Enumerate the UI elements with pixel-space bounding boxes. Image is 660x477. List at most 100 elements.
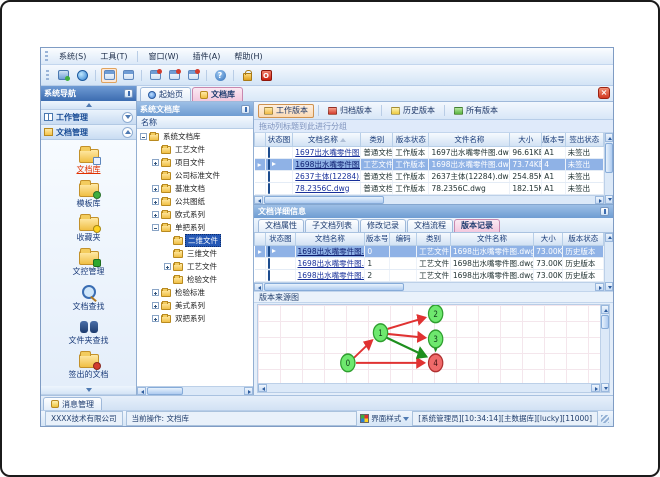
col-version-status[interactable]: 版本状态 xyxy=(392,133,430,147)
expand-icon[interactable] xyxy=(152,159,159,166)
scroll-up-icon[interactable] xyxy=(601,305,609,314)
table-row[interactable]: 2637主体(12284).dwg 普通文档 工作版本 2637主体(12284… xyxy=(254,170,605,183)
exit-button[interactable]: O xyxy=(258,68,274,83)
scroll-right-icon[interactable] xyxy=(595,283,604,291)
sidebar-item-doc-control[interactable]: 文控管理 xyxy=(46,246,132,278)
expand-group-button[interactable] xyxy=(122,111,133,123)
sidebar-collapse-bottom[interactable] xyxy=(41,386,136,395)
tree-node[interactable]: 三维文件 xyxy=(137,247,253,260)
tree-node[interactable]: 美式系列 xyxy=(137,299,253,312)
sidebar-item-template-library[interactable]: 模板库 xyxy=(46,178,132,210)
col-doc-name[interactable]: 文档名称 xyxy=(292,133,362,147)
col-category[interactable]: 类别 xyxy=(360,133,394,147)
col-version-no[interactable]: 版本号 xyxy=(541,133,566,147)
scroll-right-icon[interactable] xyxy=(595,195,604,204)
expand-icon[interactable] xyxy=(152,211,159,218)
collapse-group-button[interactable] xyxy=(122,126,133,138)
expand-icon[interactable] xyxy=(164,263,171,270)
graph-hscrollbar[interactable] xyxy=(258,383,600,392)
scroll-down-icon[interactable] xyxy=(605,194,613,204)
tab-modification-record[interactable]: 修改记录 xyxy=(360,218,406,232)
scrollbar-thumb[interactable] xyxy=(264,195,384,204)
desktop-button[interactable] xyxy=(55,68,71,83)
tab-doc-flow[interactable]: 文档流程 xyxy=(407,218,453,232)
doc-name-link[interactable]: 1697出水嘴零件图.dwg xyxy=(292,146,362,159)
menu-plugins[interactable]: 插件(A) xyxy=(187,50,227,63)
collapse-icon[interactable] xyxy=(152,224,159,231)
doc-name-link[interactable]: 1698出水嘴零件图.dwg xyxy=(295,257,366,270)
pin-icon[interactable] xyxy=(241,104,250,114)
scroll-left-icon[interactable] xyxy=(254,195,263,204)
sidebar-group-document[interactable]: 文档管理 xyxy=(41,125,136,140)
tab-document-library[interactable]: 文档库 xyxy=(192,87,243,101)
sidebar-item-favorites[interactable]: 收藏夹 xyxy=(46,212,132,244)
archive-version-button[interactable]: 归档版本 xyxy=(323,104,377,118)
col-file-name[interactable]: 文件名称 xyxy=(428,133,511,147)
col-status-icon[interactable]: 状态图 xyxy=(264,133,294,147)
sidebar-item-document-library[interactable]: 文档库 xyxy=(46,144,132,176)
resize-grip[interactable] xyxy=(601,414,609,423)
window-view-button[interactable] xyxy=(101,67,117,83)
pin-icon[interactable] xyxy=(124,89,133,98)
scroll-left-icon[interactable] xyxy=(258,384,267,392)
tab-subdoc-list[interactable]: 子文档列表 xyxy=(305,218,359,232)
tab-version-record[interactable]: 版本记录 xyxy=(454,218,500,232)
upper-grid-vscrollbar[interactable] xyxy=(604,133,613,204)
history-version-button[interactable]: 历史版本 xyxy=(386,104,440,118)
close-tab-button[interactable]: × xyxy=(598,87,610,99)
table-row-selected[interactable]: ▸ 1698出水嘴零件图.dwg 0 工艺文件 1698出水嘴零件图.dwg 7… xyxy=(254,245,604,258)
work-version-button[interactable]: 工作版本 xyxy=(258,103,314,118)
doc-name-link[interactable]: 1698出水嘴零件图.dwg xyxy=(295,245,366,258)
help-button[interactable]: ? xyxy=(212,68,228,83)
window-grid-button[interactable] xyxy=(120,68,136,83)
scroll-down-icon[interactable] xyxy=(605,282,613,291)
sidebar-item-doc-search[interactable]: 文档查找 xyxy=(46,280,132,313)
tree-node[interactable]: 项目文件 xyxy=(137,156,253,169)
scroll-left-icon[interactable] xyxy=(254,283,263,291)
doc-name-link[interactable]: 78.2356C.dwg xyxy=(292,182,362,195)
tree-node[interactable]: 检验文件 xyxy=(137,273,253,286)
tab-message-management[interactable]: 消息管理 xyxy=(43,397,102,410)
sidebar-group-work[interactable]: 工作管理 xyxy=(41,110,136,125)
sidebar-collapse-top[interactable] xyxy=(41,101,136,110)
version-grid-hscrollbar[interactable] xyxy=(254,282,604,291)
tree-node[interactable]: 公共图纸 xyxy=(137,195,253,208)
scroll-right-icon[interactable] xyxy=(591,384,600,392)
close-window-button[interactable] xyxy=(147,68,163,83)
scroll-left-icon[interactable] xyxy=(137,387,146,395)
table-row[interactable]: 78.2356C.dwg 普通文档 工作版本 78.2356C.dwg 182.… xyxy=(254,182,605,195)
menubar-grip[interactable] xyxy=(45,50,48,62)
table-row[interactable]: 1698出水嘴零件图.dwg 1 工艺文件 1698出水嘴零件图.dwg 73.… xyxy=(254,257,604,270)
doc-name-link[interactable]: 1698出水嘴零件图.dwg xyxy=(292,158,362,171)
expand-icon[interactable] xyxy=(152,198,159,205)
scrollbar-thumb[interactable] xyxy=(601,315,609,329)
scroll-up-icon[interactable] xyxy=(605,232,613,242)
col-size[interactable]: 大小 xyxy=(509,133,543,147)
col-category[interactable]: 类别 xyxy=(416,232,451,246)
tree-node[interactable]: 欧式系列 xyxy=(137,208,253,221)
expand-icon[interactable] xyxy=(152,185,159,192)
interface-style-dropdown[interactable]: 界面样式 xyxy=(360,413,410,424)
expand-icon[interactable] xyxy=(152,289,159,296)
menu-tools[interactable]: 工具(T) xyxy=(94,50,133,63)
col-code[interactable]: 编码 xyxy=(389,232,418,246)
tab-start-page[interactable]: 起始页 xyxy=(140,87,191,101)
sidebar-item-folder-search[interactable]: 文件夹查找 xyxy=(46,315,132,347)
version-grid-vscrollbar[interactable] xyxy=(604,232,613,291)
tree-column-header[interactable]: 名称 xyxy=(137,116,253,129)
scroll-down-icon[interactable] xyxy=(601,383,609,392)
tab-doc-properties[interactable]: 文档属性 xyxy=(258,218,304,232)
col-version-no[interactable]: 版本号 xyxy=(364,232,391,246)
network-button[interactable] xyxy=(74,68,90,83)
tree-node[interactable]: 双把系列 xyxy=(137,312,253,325)
col-status-icon[interactable]: 状态图 xyxy=(265,232,296,246)
version-graph-canvas[interactable]: 0 1 2 3 4 xyxy=(258,305,600,392)
menu-window[interactable]: 窗口(W) xyxy=(142,50,184,63)
pin-icon[interactable] xyxy=(600,206,609,216)
col-size[interactable]: 大小 xyxy=(533,232,564,246)
table-row[interactable]: 1698出水嘴零件图.dwg 2 工艺文件 1698出水嘴零件图.dwg 73.… xyxy=(254,269,604,282)
col-file-name[interactable]: 文件名称 xyxy=(449,232,535,246)
lock-button[interactable] xyxy=(239,68,255,83)
toolbar-grip[interactable] xyxy=(46,69,49,81)
tree-node[interactable]: 单把系列 xyxy=(137,221,253,234)
